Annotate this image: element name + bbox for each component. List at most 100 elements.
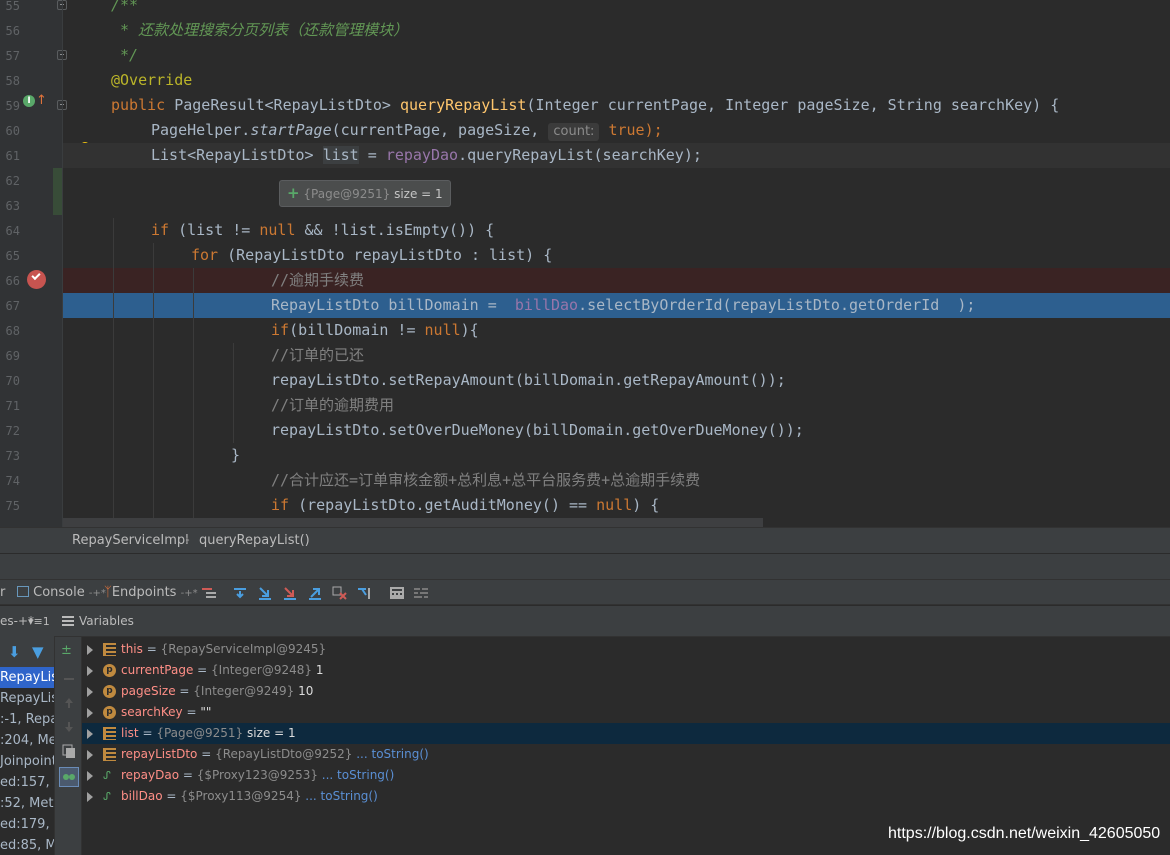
code-line-59[interactable]: public PageResult<RepayListDto> queryRep…	[111, 93, 1059, 118]
line-number[interactable]: 63	[0, 199, 20, 213]
expand-arrow-icon[interactable]	[87, 750, 93, 760]
variable-row[interactable]: ᔑ billDao = {$Proxy113@9254} ... toString…	[82, 786, 1170, 807]
line-number[interactable]: 55	[0, 0, 20, 13]
code-editor[interactable]: 55 56 57 58 59 60 61 62 63 64 65 66 67 68 69 70 71 72 73 74…	[0, 0, 1170, 527]
to-string-link[interactable]: ... toString()	[305, 789, 377, 803]
expand-arrow-icon[interactable]	[87, 792, 93, 802]
thread-selector[interactable]: ▾≡1	[28, 606, 50, 637]
frame-item[interactable]: ed:157, Re	[0, 772, 54, 793]
line-number[interactable]: 70	[0, 374, 20, 388]
down-arrow-icon[interactable]: ⬇	[8, 643, 21, 661]
code-line-71[interactable]: //订单的逾期费用	[271, 393, 394, 418]
code-line-67[interactable]: RepayListDto billDomain = billDao.select…	[271, 293, 975, 318]
duplicate-watch-icon[interactable]	[61, 743, 77, 759]
show-watches-icon[interactable]	[59, 767, 79, 787]
breakpoint-icon[interactable]	[27, 270, 46, 289]
code-line-65[interactable]: for (RepayListDto repayListDto : list) {	[191, 243, 552, 268]
code-line-73[interactable]: }	[231, 443, 240, 468]
line-number[interactable]: 57	[0, 49, 20, 63]
code-line-70[interactable]: repayListDto.setRepayAmount(billDomain.g…	[271, 368, 786, 393]
code-line-60[interactable]: PageHelper.startPage(currentPage, pageSi…	[151, 118, 663, 143]
tab-debugger[interactable]: r	[0, 584, 5, 602]
code-line-69[interactable]: //订单的已还	[271, 343, 364, 368]
frame-item[interactable]: :204, Met	[0, 730, 54, 751]
line-number[interactable]: 69	[0, 349, 20, 363]
code-line-55[interactable]: /**	[111, 0, 138, 18]
frame-item[interactable]: :52, Meth	[0, 793, 54, 814]
variable-row[interactable]: repayListDto = {RepayListDto@9252} ... t…	[82, 744, 1170, 765]
run-to-cursor-icon[interactable]	[357, 586, 373, 600]
line-number[interactable]: 71	[0, 399, 20, 413]
line-number[interactable]: 73	[0, 449, 20, 463]
variable-row[interactable]: ᔑ repayDao = {$Proxy123@9253} ... toStrin…	[82, 765, 1170, 786]
expand-arrow-icon[interactable]	[87, 687, 93, 697]
breadcrumb-class[interactable]: RepayServiceImpl	[72, 528, 189, 554]
code-line-74[interactable]: //合计应还=订单审核金额+总利息+总平台服务费+总逾期手续费	[271, 468, 700, 493]
show-execution-point-icon[interactable]	[202, 586, 218, 600]
variable-row[interactable]: list = {Page@9251} size = 1	[82, 723, 1170, 744]
inline-value-tooltip[interactable]: + {Page@9251} size = 1	[279, 180, 451, 207]
expand-arrow-icon[interactable]	[87, 645, 93, 655]
frame-item[interactable]: Joinpoint	[0, 751, 54, 772]
line-number[interactable]: 65	[0, 249, 20, 263]
line-number[interactable]: 68	[0, 324, 20, 338]
horizontal-scrollbar[interactable]	[63, 518, 763, 527]
code-line-58[interactable]: @Override	[111, 68, 192, 93]
frame-item[interactable]: ed:85, Me	[0, 835, 54, 855]
variable-row[interactable]: this = {RepayServiceImpl@9245}	[82, 639, 1170, 660]
move-down-icon[interactable]	[61, 719, 77, 735]
frame-item[interactable]: RepayList:	[0, 667, 54, 688]
code-line-66[interactable]: //逾期手续费	[271, 268, 364, 293]
panel-splitter[interactable]	[0, 553, 1170, 579]
expand-arrow-icon[interactable]	[87, 708, 93, 718]
line-number[interactable]: 74	[0, 474, 20, 488]
code-line-64[interactable]: if (list != null && !list.isEmpty()) {	[151, 218, 494, 243]
new-watch-icon[interactable]: ±	[61, 643, 77, 659]
line-number[interactable]: 59	[0, 99, 20, 113]
variable-row[interactable]: p currentPage = {Integer@9248} 1	[82, 660, 1170, 681]
line-number[interactable]: 66	[0, 274, 20, 288]
frame-item[interactable]: :-1, Repay	[0, 709, 54, 730]
breadcrumb-method[interactable]: queryRepayList()	[199, 528, 310, 554]
override-arrow-icon[interactable]: ↑	[36, 94, 47, 108]
expand-arrow-icon[interactable]	[87, 729, 93, 739]
variable-row[interactable]: p pageSize = {Integer@9249} 10	[82, 681, 1170, 702]
line-number[interactable]: 67	[0, 299, 20, 313]
line-number[interactable]: 58	[0, 74, 20, 88]
expand-plus-icon[interactable]: +	[287, 184, 300, 202]
step-into-icon[interactable]	[257, 586, 273, 600]
filter-icon[interactable]: ▼	[32, 643, 44, 661]
remove-watch-icon[interactable]	[61, 671, 77, 687]
to-string-link[interactable]: ... toString()	[356, 747, 428, 761]
line-number[interactable]: 61	[0, 149, 20, 163]
implements-icon[interactable]: I	[23, 95, 35, 107]
force-step-into-icon[interactable]	[282, 586, 298, 600]
tab-console[interactable]: Console -+*	[17, 584, 106, 603]
step-out-icon[interactable]	[307, 586, 323, 600]
code-line-72[interactable]: repayListDto.setOverDueMoney(billDomain.…	[271, 418, 804, 443]
drop-frame-icon[interactable]	[332, 586, 348, 600]
frames-list[interactable]: RepayList:RepayList::-1, Repay:204, MetJ…	[0, 667, 54, 855]
variable-row[interactable]: p searchKey = ""	[82, 702, 1170, 723]
expand-arrow-icon[interactable]	[87, 666, 93, 676]
variables-tree[interactable]: this = {RepayServiceImpl@9245} p currentP…	[82, 637, 1170, 855]
line-number[interactable]: 62	[0, 174, 20, 188]
step-over-icon[interactable]	[232, 586, 248, 600]
line-number[interactable]: 72	[0, 424, 20, 438]
frame-item[interactable]: ed:179, Re	[0, 814, 54, 835]
code-line-57[interactable]: */	[111, 43, 138, 68]
line-number[interactable]: 75	[0, 499, 20, 513]
line-number[interactable]: 60	[0, 124, 20, 138]
code-line-68[interactable]: if(billDomain != null){	[271, 318, 479, 343]
expand-arrow-icon[interactable]	[87, 771, 93, 781]
line-number[interactable]: 64	[0, 224, 20, 238]
tab-endpoints[interactable]: ᛉEndpoints -+*	[104, 584, 198, 603]
trace-current-stream-icon[interactable]	[413, 586, 429, 600]
editor-gutter[interactable]: 55 56 57 58 59 60 61 62 63 64 65 66 67 68 69 70 71 72 73 74…	[0, 0, 90, 527]
move-up-icon[interactable]	[61, 695, 77, 711]
code-line-75[interactable]: if (repayListDto.getAuditMoney() == null…	[271, 493, 659, 518]
evaluate-expression-icon[interactable]	[389, 586, 405, 600]
code-line-56[interactable]: * 还款处理搜索分页列表（还款管理模块）	[111, 18, 408, 43]
code-line-61[interactable]: List<RepayListDto> list = repayDao.query…	[151, 143, 702, 168]
line-number[interactable]: 56	[0, 24, 20, 38]
